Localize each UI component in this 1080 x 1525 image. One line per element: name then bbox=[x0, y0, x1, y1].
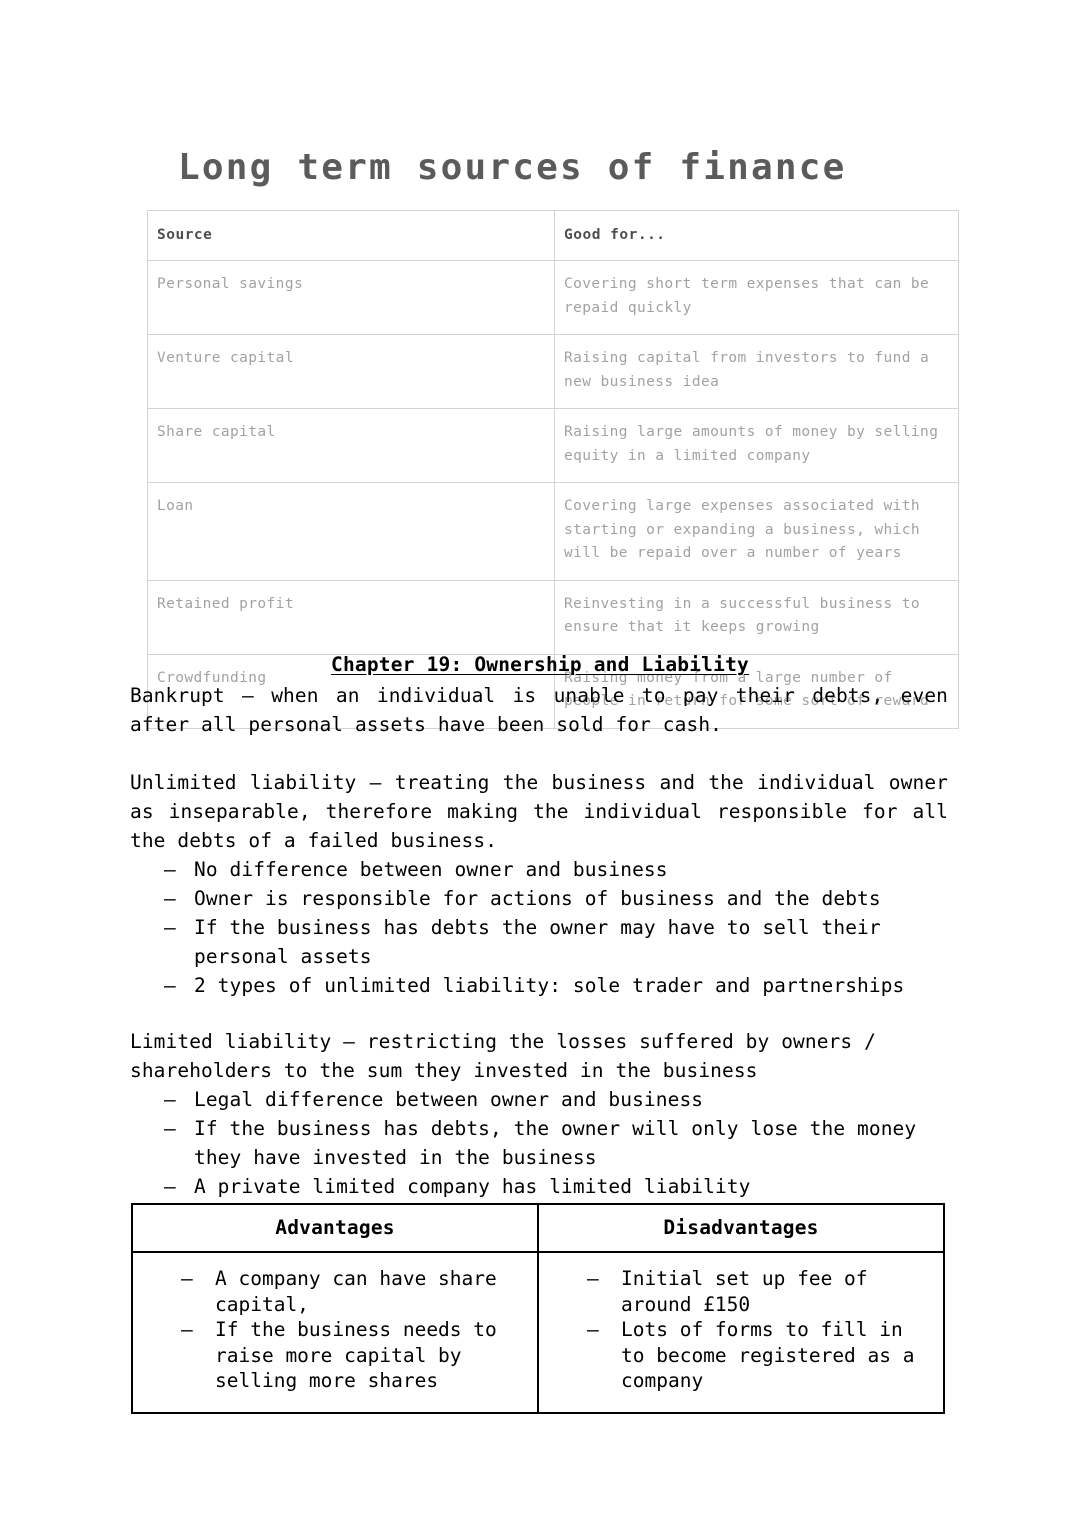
cell-good-for: Reinvesting in a successful business to … bbox=[554, 579, 959, 655]
list-item: – 2 types of unlimited liability: sole t… bbox=[130, 971, 948, 1000]
column-header-advantages: Advantages bbox=[131, 1203, 539, 1253]
table-row: Share capital Raising large amounts of m… bbox=[147, 408, 959, 484]
bullet-dash-icon: – bbox=[164, 858, 176, 881]
list-item: – No difference between owner and busine… bbox=[130, 855, 948, 884]
cell-source: Share capital bbox=[147, 408, 555, 484]
bullet-dash-icon: – bbox=[164, 916, 176, 939]
page-title: Long term sources of finance bbox=[178, 147, 847, 188]
column-header-good-for: Good for... bbox=[554, 209, 959, 262]
cell-disadvantages: – Initial set up fee of around £150 – Lo… bbox=[537, 1251, 945, 1414]
table-row: Retained profit Reinvesting in a success… bbox=[147, 579, 959, 655]
limited-liability-section: Limited liability – restricting the loss… bbox=[130, 1027, 948, 1201]
list-item: – If the business needs to raise more ca… bbox=[143, 1317, 527, 1394]
disadvantages-list: – Initial set up fee of around £150 – Lo… bbox=[549, 1266, 933, 1394]
table-header-row: Advantages Disadvantages bbox=[131, 1203, 945, 1253]
list-item: – A private limited company has limited … bbox=[130, 1172, 948, 1201]
list-item: – A company can have share capital, bbox=[143, 1266, 527, 1317]
bankrupt-definition: Bankrupt – when an individual is unable … bbox=[130, 684, 948, 736]
list-item-label: A company can have share capital, bbox=[215, 1267, 497, 1316]
list-item-label: A private limited company has limited li… bbox=[194, 1175, 751, 1198]
bullet-dash-icon: – bbox=[164, 1117, 176, 1140]
column-header-source: Source bbox=[147, 209, 555, 262]
chapter-heading-text: Chapter 19: Ownership and Liability bbox=[331, 653, 749, 676]
unlimited-liability-definition: Unlimited liability – treating the busin… bbox=[130, 771, 948, 852]
bullet-dash-icon: – bbox=[164, 974, 176, 997]
list-item: – Legal difference between owner and bus… bbox=[130, 1085, 948, 1114]
bullet-dash-icon: – bbox=[164, 1175, 176, 1198]
sources-of-finance-table: Source Good for... Personal savings Cove… bbox=[147, 209, 959, 729]
bullet-dash-icon: – bbox=[181, 1267, 193, 1290]
list-item-label: No difference between owner and business bbox=[194, 858, 668, 881]
table-header-row: Source Good for... bbox=[147, 209, 959, 262]
limited-liability-bullet-list: – Legal difference between owner and bus… bbox=[130, 1085, 948, 1201]
cell-good-for: Raising capital from investors to fund a… bbox=[554, 334, 959, 410]
cell-advantages: – A company can have share capital, – If… bbox=[131, 1251, 539, 1414]
list-item: – If the business has debts, the owner w… bbox=[130, 1114, 948, 1172]
bullet-dash-icon: – bbox=[181, 1318, 193, 1341]
document-page: Long term sources of finance Source Good… bbox=[0, 0, 1080, 1525]
bankrupt-section: Bankrupt – when an individual is unable … bbox=[130, 681, 948, 739]
unlimited-liability-section: Unlimited liability – treating the busin… bbox=[130, 768, 948, 1000]
column-header-disadvantages: Disadvantages bbox=[537, 1203, 945, 1253]
list-item: – Initial set up fee of around £150 bbox=[549, 1266, 933, 1317]
cell-source: Retained profit bbox=[147, 579, 555, 655]
advantages-disadvantages-table: Advantages Disadvantages – A company can… bbox=[131, 1203, 945, 1414]
list-item-label: Legal difference between owner and busin… bbox=[194, 1088, 704, 1111]
cell-good-for: Raising large amounts of money by sellin… bbox=[554, 408, 959, 484]
cell-good-for: Covering short term expenses that can be… bbox=[554, 260, 959, 336]
cell-source: Personal savings bbox=[147, 260, 555, 336]
list-item-label: Initial set up fee of around £150 bbox=[621, 1267, 868, 1316]
list-item: – If the business has debts the owner ma… bbox=[130, 913, 948, 971]
table-row: – A company can have share capital, – If… bbox=[131, 1251, 945, 1414]
list-item-label: If the business has debts the owner may … bbox=[194, 916, 881, 968]
chapter-heading: Chapter 19: Ownership and Liability bbox=[130, 653, 950, 676]
bullet-dash-icon: – bbox=[164, 1088, 176, 1111]
list-item-label: If the business has debts, the owner wil… bbox=[194, 1117, 917, 1169]
bullet-dash-icon: – bbox=[164, 887, 176, 910]
list-item-label: Lots of forms to fill in to become regis… bbox=[621, 1318, 915, 1392]
cell-good-for: Covering large expenses associated with … bbox=[554, 482, 959, 581]
bullet-dash-icon: – bbox=[587, 1318, 599, 1341]
table-row: Personal savings Covering short term exp… bbox=[147, 260, 959, 336]
limited-liability-definition: Limited liability – restricting the loss… bbox=[130, 1030, 876, 1082]
bullet-dash-icon: – bbox=[587, 1267, 599, 1290]
table-row: Loan Covering large expenses associated … bbox=[147, 482, 959, 581]
table-row: Venture capital Raising capital from inv… bbox=[147, 334, 959, 410]
list-item-label: If the business needs to raise more capi… bbox=[215, 1318, 497, 1392]
list-item-label: 2 types of unlimited liability: sole tra… bbox=[194, 974, 905, 997]
list-item: – Owner is responsible for actions of bu… bbox=[130, 884, 948, 913]
unlimited-liability-bullet-list: – No difference between owner and busine… bbox=[130, 855, 948, 1000]
advantages-list: – A company can have share capital, – If… bbox=[143, 1266, 527, 1394]
list-item-label: Owner is responsible for actions of busi… bbox=[194, 887, 881, 910]
cell-source: Venture capital bbox=[147, 334, 555, 410]
cell-source: Loan bbox=[147, 482, 555, 581]
list-item: – Lots of forms to fill in to become reg… bbox=[549, 1317, 933, 1394]
